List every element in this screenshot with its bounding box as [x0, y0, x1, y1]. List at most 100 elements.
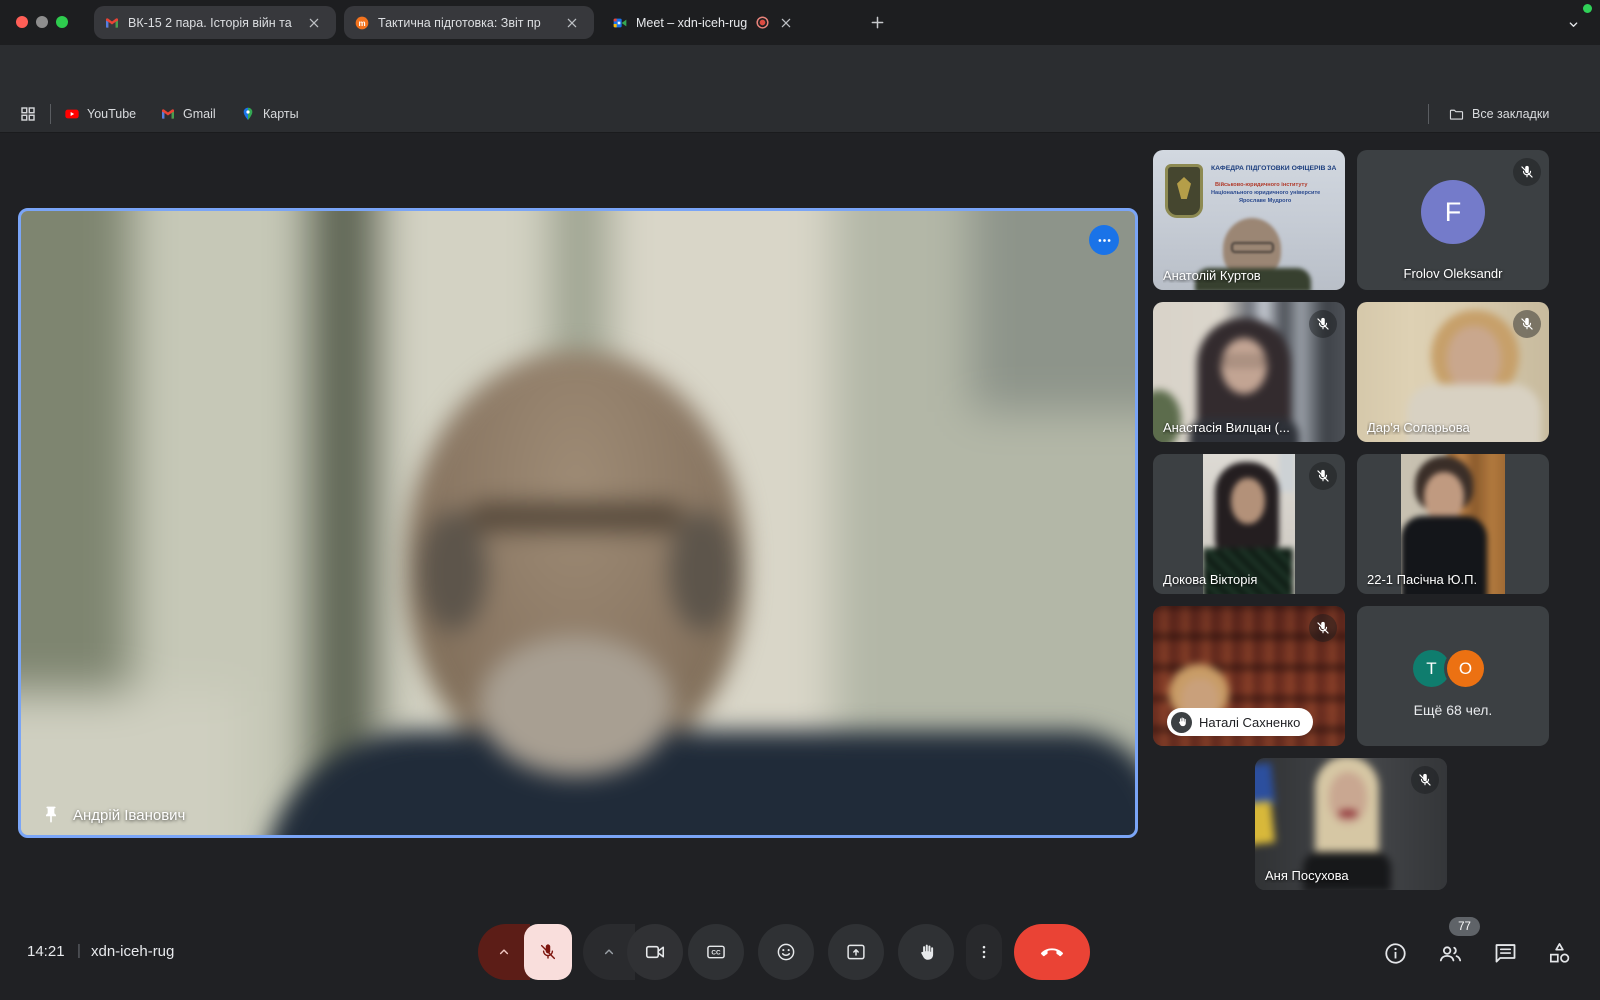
- tab-strip: ВК-15 2 пара. Історія війн та Тактична п…: [0, 0, 1600, 45]
- mic-muted-icon: [1513, 158, 1541, 186]
- bookmark-label: YouTube: [87, 107, 136, 121]
- raise-hand-button[interactable]: [898, 924, 954, 980]
- hand-raised-icon: [1171, 712, 1192, 733]
- participant-initial-avatar: F: [1421, 180, 1485, 244]
- activities-button[interactable]: [1546, 940, 1573, 967]
- mic-muted-icon: [1309, 614, 1337, 642]
- participant-tile-posukhova[interactable]: Аня Посухова: [1255, 758, 1447, 890]
- gmail-icon: [160, 106, 176, 122]
- participant-name: Аня Посухова: [1265, 868, 1349, 883]
- participant-name: Дар'я Соларьова: [1367, 420, 1470, 435]
- tab-meet-active[interactable]: Meet – xdn-iceh-rug: [602, 6, 860, 39]
- participant-tile-vyltsan[interactable]: Анастасія Вилцан (...: [1153, 302, 1345, 442]
- participant-name: 22-1 Пасічна Ю.П.: [1367, 572, 1477, 587]
- tab-gmail[interactable]: ВК-15 2 пара. Історія війн та: [94, 6, 336, 39]
- participant-count: 77: [1458, 921, 1471, 933]
- chat-button[interactable]: [1492, 940, 1519, 967]
- participant-name: Frolov Oleksandr: [1357, 266, 1549, 281]
- raise-hand-icon: [916, 942, 937, 963]
- participant-tile-sakhnenko[interactable]: Наталі Сахненко: [1153, 606, 1345, 746]
- bookmarks-divider: [1428, 104, 1429, 124]
- present-screen-icon: [845, 941, 867, 963]
- military-emblem: [1165, 164, 1203, 218]
- window-zoom-button[interactable]: [56, 16, 68, 28]
- participant-tile-frolov[interactable]: F Frolov Oleksandr: [1357, 150, 1549, 290]
- participant-name: Анатолій Куртов: [1163, 268, 1261, 283]
- bookmark-label: Карты: [263, 107, 299, 121]
- meeting-clock: 14:21: [27, 943, 65, 960]
- bookmark-maps[interactable]: Карты: [240, 103, 299, 125]
- camera-icon: [644, 941, 666, 963]
- participant-name: Докова Вікторія: [1163, 572, 1257, 587]
- window-minimize-button[interactable]: [36, 16, 48, 28]
- apps-grid-icon[interactable]: [19, 105, 37, 123]
- tab-close-icon[interactable]: [306, 15, 322, 31]
- folder-icon: [1448, 106, 1465, 123]
- avatar-initial: O: [1459, 659, 1472, 679]
- tab-title: Meet – xdn-iceh-rug: [636, 16, 747, 30]
- bookmark-gmail[interactable]: Gmail: [160, 103, 216, 125]
- participant-tile-pasichna[interactable]: 22-1 Пасічна Ю.П.: [1357, 454, 1549, 594]
- screen-share-indicator: [1583, 4, 1592, 13]
- mic-muted-icon: [1411, 766, 1439, 794]
- pin-icon: [41, 805, 61, 825]
- mic-options-chevron-button[interactable]: [478, 924, 530, 980]
- participant-tile-solarova[interactable]: Дар'я Соларьова: [1357, 302, 1549, 442]
- overflow-avatar-o: O: [1447, 650, 1484, 687]
- gmail-icon: [104, 15, 120, 31]
- tab-moodle[interactable]: Тактична підготовка: Звіт пр: [344, 6, 594, 39]
- chevron-up-icon: [600, 943, 618, 961]
- avatar-initial: T: [1426, 659, 1436, 679]
- tab-recording-indicator-icon: [755, 15, 770, 30]
- tile-options-button[interactable]: [1089, 225, 1119, 255]
- pinned-speaker-tile[interactable]: Андрій Іванович: [18, 208, 1138, 838]
- footer-divider: |: [77, 942, 81, 959]
- all-bookmarks-label: Все закладки: [1472, 107, 1549, 121]
- glasses: [1231, 242, 1274, 253]
- more-options-dots-icon: [1096, 232, 1113, 249]
- participant-count-badge: 77: [1449, 917, 1480, 936]
- slide-subheading-3: Ярославе Мудрого: [1239, 198, 1339, 205]
- tab-overflow-chevron-icon[interactable]: [1565, 16, 1582, 33]
- pinned-speaker-name: Андрій Іванович: [73, 807, 185, 824]
- overflow-count-label: Ещё 68 чел.: [1357, 702, 1549, 718]
- participant-tile-kurtov[interactable]: КАФЕДРА ПІДГОТОВКИ ОФІЦЕРІВ ЗА Військово…: [1153, 150, 1345, 290]
- moodle-icon: [354, 15, 370, 31]
- all-bookmarks-button[interactable]: Все закладки: [1448, 103, 1549, 125]
- tab-close-icon[interactable]: [564, 15, 580, 31]
- avatar-initial: F: [1445, 197, 1462, 228]
- participant-tile-dokova[interactable]: Докова Вікторія: [1153, 454, 1345, 594]
- overflow-participants-tile[interactable]: T O Ещё 68 чел.: [1357, 606, 1549, 746]
- maps-icon: [240, 106, 256, 122]
- meeting-details-button[interactable]: [1382, 940, 1409, 967]
- mic-muted-icon: [1309, 462, 1337, 490]
- overflow-avatar-t: T: [1413, 650, 1450, 687]
- camera-toggle-button[interactable]: [627, 924, 683, 980]
- tab-close-icon[interactable]: [778, 15, 794, 31]
- mic-muted-icon: [538, 942, 558, 962]
- new-tab-button[interactable]: [868, 13, 887, 32]
- more-options-button[interactable]: [966, 924, 1002, 980]
- slide-subheading-2: Національного юридичного університе: [1211, 190, 1343, 197]
- captions-button[interactable]: [688, 924, 744, 980]
- smiley-icon: [775, 941, 797, 963]
- youtube-icon: [64, 106, 80, 122]
- slide-subheading-1: Військово-юридичного інституту: [1215, 182, 1341, 189]
- tab-title: Тактична підготовка: Звіт пр: [378, 16, 556, 30]
- bookmark-label: Gmail: [183, 107, 216, 121]
- chevron-up-icon: [495, 943, 513, 961]
- show-participants-button[interactable]: [1437, 940, 1464, 967]
- mic-toggle-button-muted[interactable]: [524, 924, 572, 980]
- mic-muted-icon: [1309, 310, 1337, 338]
- call-end-icon: [1040, 940, 1064, 964]
- meeting-code: xdn-iceh-rug: [91, 943, 174, 960]
- hand-raised-nameplate: Наталі Сахненко: [1167, 708, 1313, 736]
- reactions-button[interactable]: [758, 924, 814, 980]
- more-options-dots-icon: [975, 943, 993, 961]
- bookmark-youtube[interactable]: YouTube: [64, 103, 136, 125]
- window-close-button[interactable]: [16, 16, 28, 28]
- main-speaker-silhouette: [21, 211, 1135, 835]
- bookmarks-divider: [50, 104, 51, 124]
- leave-call-button[interactable]: [1014, 924, 1090, 980]
- present-screen-button[interactable]: [828, 924, 884, 980]
